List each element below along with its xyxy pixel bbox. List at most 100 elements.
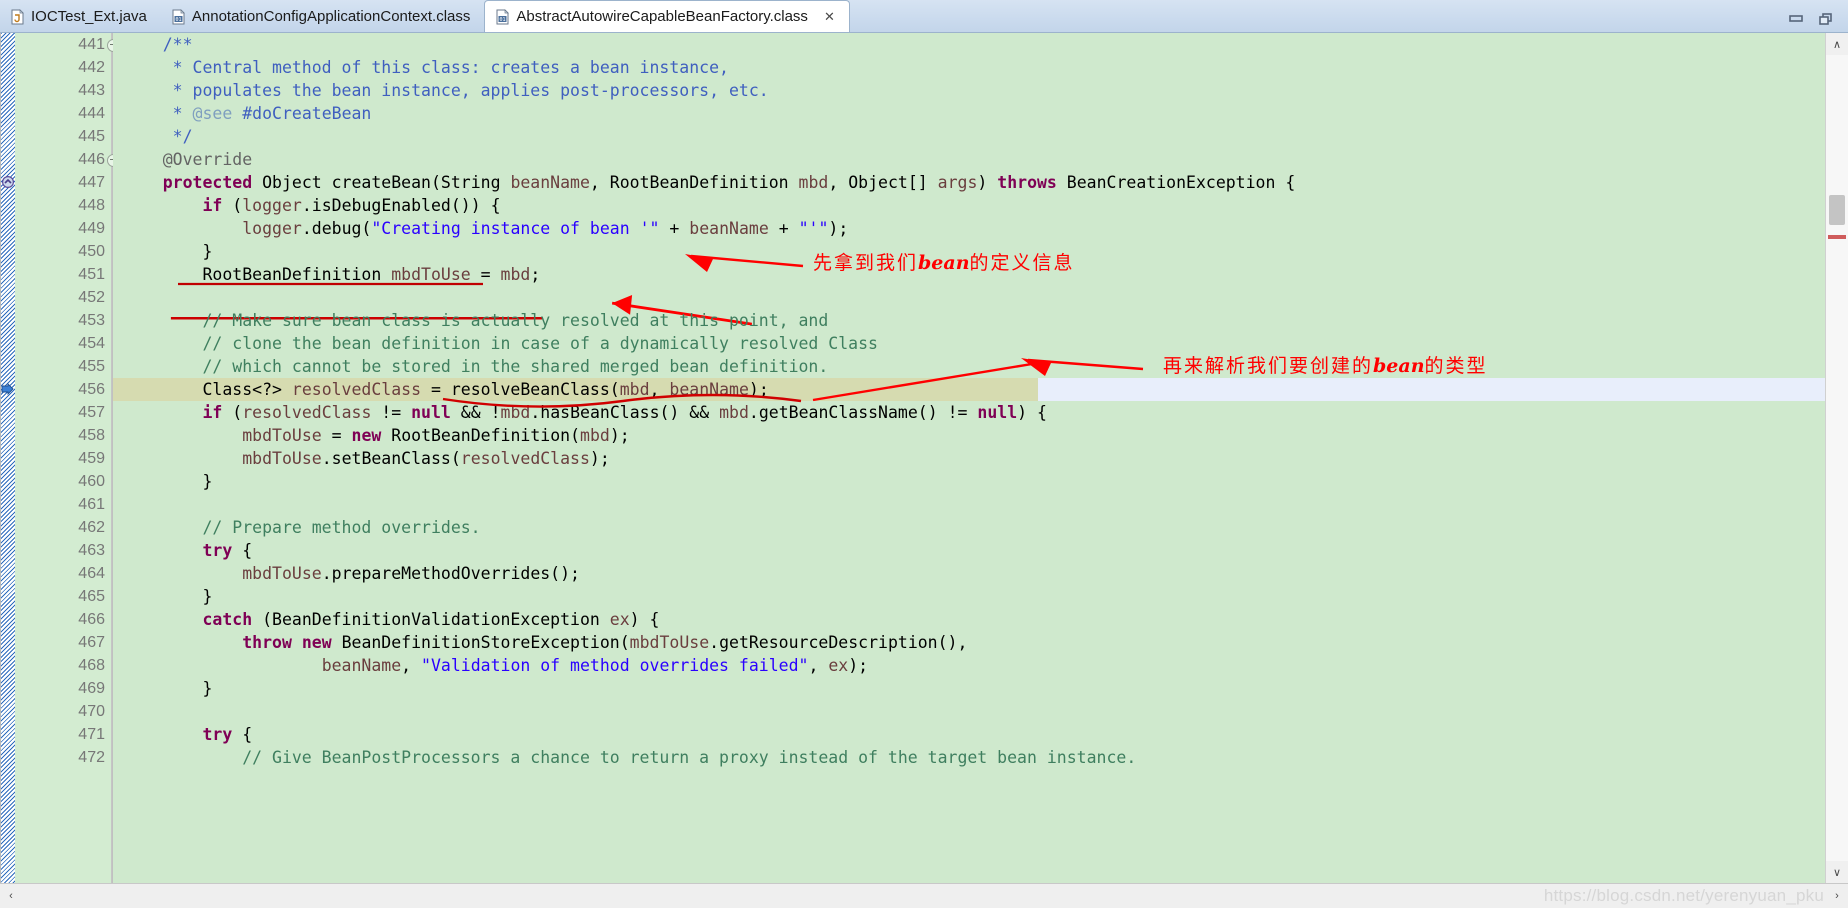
code-token: ( <box>222 196 243 215</box>
code-token: @see <box>192 104 233 123</box>
editor-tab-ioctest[interactable]: IOCTest_Ext.java <box>0 1 161 32</box>
code-line[interactable]: } <box>113 470 1825 493</box>
code-token: mbd <box>580 426 610 445</box>
scroll-marker[interactable] <box>1828 235 1846 239</box>
code-line[interactable] <box>113 286 1825 309</box>
line-number: 466 <box>78 611 105 628</box>
code-token: , Object[] <box>828 173 938 192</box>
code-token: ); <box>609 426 630 445</box>
code-line[interactable]: // Prepare method overrides. <box>113 516 1825 539</box>
code-line[interactable]: } <box>113 677 1825 700</box>
code-line[interactable]: protected Object createBean(String beanN… <box>113 171 1825 194</box>
code-line[interactable]: try { <box>113 539 1825 562</box>
code-token: .hasBeanClass() && <box>530 403 720 422</box>
code-line[interactable]: // Make sure bean class is actually reso… <box>113 309 1825 332</box>
code-token: // Give BeanPostProcessors a chance to r… <box>123 748 1137 767</box>
vertical-scroll-thumb[interactable] <box>1829 195 1845 225</box>
code-line[interactable]: * @see #doCreateBean <box>113 102 1825 125</box>
code-line[interactable]: Class<?> resolvedClass = resolveBeanClas… <box>113 378 1825 401</box>
code-line[interactable]: // Give BeanPostProcessors a chance to r… <box>113 746 1825 769</box>
vertical-scrollbar[interactable]: ∧ ∨ <box>1825 33 1848 883</box>
override-marker-icon[interactable] <box>1 175 15 189</box>
code-line[interactable] <box>113 493 1825 516</box>
code-token: ; <box>530 265 541 284</box>
code-token: + <box>659 219 690 238</box>
code-line[interactable]: // clone the bean definition in case of … <box>113 332 1825 355</box>
code-token: if <box>202 403 223 422</box>
annotation-text-before: 再来解析我们要创建的 <box>1163 355 1374 377</box>
code-token: && ! <box>450 403 501 422</box>
code-line[interactable]: * Central method of this class: creates … <box>113 56 1825 79</box>
code-token: .prepareMethodOverrides(); <box>321 564 580 583</box>
code-line[interactable]: if (resolvedClass != null && !mbd.hasBea… <box>113 401 1825 424</box>
code-token: mbd <box>798 173 829 192</box>
scroll-up-button[interactable]: ∧ <box>1826 33 1848 55</box>
code-line[interactable]: throw new BeanDefinitionStoreException(m… <box>113 631 1825 654</box>
code-line[interactable]: if (logger.isDebugEnabled()) { <box>113 194 1825 217</box>
code-token: ) <box>977 173 998 192</box>
code-token: mbdToUse <box>629 633 710 652</box>
line-number: 453 <box>78 312 105 329</box>
minimize-icon[interactable] <box>1788 12 1804 26</box>
code-line[interactable] <box>113 700 1825 723</box>
code-token: Object createBean(String <box>252 173 511 192</box>
code-token: if <box>202 196 223 215</box>
window-controls <box>1788 12 1848 32</box>
annotation-marker-ruler[interactable] <box>1 33 15 883</box>
line-number: 454 <box>78 335 105 352</box>
code-token: * populates the bean instance, applies p… <box>123 81 769 100</box>
code-line[interactable]: * populates the bean instance, applies p… <box>113 79 1825 102</box>
code-line[interactable]: @Override <box>113 148 1825 171</box>
code-line[interactable]: // which cannot be stored in the shared … <box>113 355 1825 378</box>
code-line[interactable]: mbdToUse = new RootBeanDefinition(mbd); <box>113 424 1825 447</box>
line-number: 462 <box>78 519 105 536</box>
class-file-icon: 01 <box>171 8 186 25</box>
code-line[interactable]: beanName, "Validation of method override… <box>113 654 1825 677</box>
code-token: .setBeanClass( <box>321 449 461 468</box>
code-token: try <box>202 541 233 560</box>
scroll-down-button[interactable]: ∨ <box>1826 861 1848 883</box>
code-token: RootBeanDefinition( <box>381 426 581 445</box>
current-instruction-pointer-icon[interactable] <box>1 382 15 396</box>
code-token: RootBeanDefinition <box>123 265 392 284</box>
line-number: 443 <box>78 82 105 99</box>
code-line[interactable]: mbdToUse.prepareMethodOverrides(); <box>113 562 1825 585</box>
scroll-left-button[interactable]: ‹ <box>0 885 22 907</box>
code-token: beanName <box>669 380 749 399</box>
code-line[interactable]: */ <box>113 125 1825 148</box>
vertical-scroll-track[interactable] <box>1826 55 1848 861</box>
code-token: throws <box>997 173 1057 192</box>
line-number: 464 <box>78 565 105 582</box>
code-line[interactable]: mbdToUse.setBeanClass(resolvedClass); <box>113 447 1825 470</box>
source-code-view[interactable]: /** * Central method of this class: crea… <box>113 33 1825 883</box>
code-line[interactable]: catch (BeanDefinitionValidationException… <box>113 608 1825 631</box>
editor-tab-annotationconfig[interactable]: 01 AnnotationConfigApplicationContext.cl… <box>161 1 485 32</box>
code-token: BeanCreationException { <box>1056 173 1296 192</box>
code-line[interactable]: /** <box>113 33 1825 56</box>
close-icon[interactable]: ✕ <box>824 10 835 23</box>
line-number: 460 <box>78 473 105 490</box>
code-token: ); <box>828 219 849 238</box>
code-token: beanName <box>510 173 590 192</box>
editor-tab-abstractautowire[interactable]: 01 AbstractAutowireCapableBeanFactory.cl… <box>484 0 850 32</box>
line-number: 463 <box>78 542 105 559</box>
code-token: // Make sure bean class is actually reso… <box>123 311 829 330</box>
code-token: mbdToUse <box>242 449 322 468</box>
code-line[interactable]: } <box>113 585 1825 608</box>
horizontal-scrollbar[interactable]: ‹ › https://blog.csdn.net/yerenyuan_pku <box>0 883 1848 908</box>
code-editor-area: 441 442 443 444 445 446 447 448 449 450 451 452 453 4… <box>0 33 1848 883</box>
scroll-right-button[interactable]: › <box>1826 885 1848 907</box>
code-token: null <box>977 403 1018 422</box>
code-line[interactable]: try { <box>113 723 1825 746</box>
line-number: 467 <box>78 634 105 651</box>
code-token: @Override <box>162 150 253 169</box>
note-1: 先拿到我们bean的定义信息 <box>813 248 1075 275</box>
horizontal-scroll-track[interactable] <box>22 885 1826 907</box>
code-line[interactable]: logger.debug("Creating instance of bean … <box>113 217 1825 240</box>
maximize-restore-icon[interactable] <box>1818 12 1834 26</box>
line-number: 444 <box>78 105 105 122</box>
